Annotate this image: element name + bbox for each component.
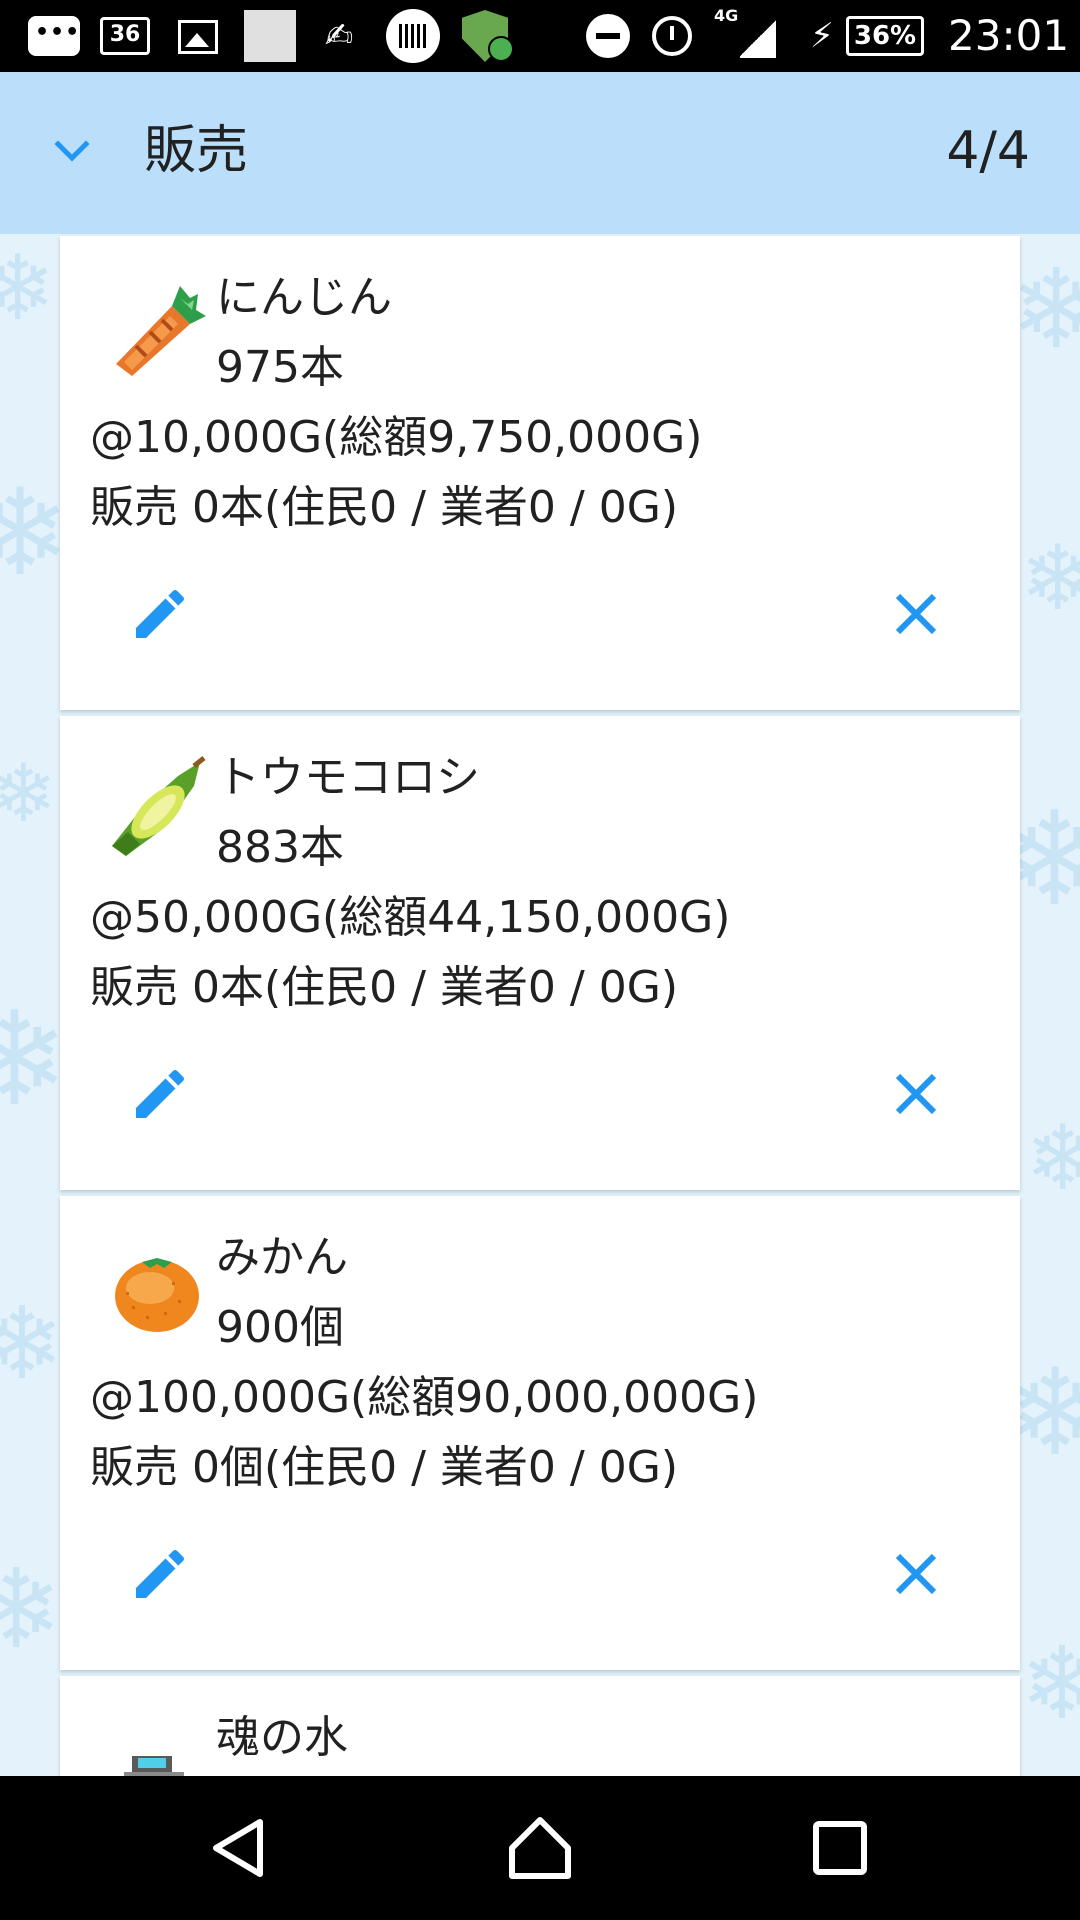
snowflake-icon: ❄: [1025, 1106, 1080, 1211]
item-name: みかん: [216, 1232, 348, 1283]
signal-strength-icon: [740, 18, 776, 58]
delete-close-icon[interactable]: [888, 586, 944, 642]
back-triangle-icon[interactable]: [204, 1812, 276, 1884]
item-price: @10,000G(総額9,750,000G): [90, 412, 703, 463]
item-quantity: 975本: [216, 342, 344, 393]
item-quantity: 900個: [216, 1302, 344, 1353]
snowflake-icon: ❄: [0, 236, 56, 341]
snowflake-icon: ❄: [0, 747, 58, 840]
delete-close-icon[interactable]: [888, 1066, 944, 1122]
carrot-icon: [116, 286, 206, 376]
sale-item-card: みかん 900個 @100,000G(総額90,000,000G) 販売 0個(…: [60, 1196, 1020, 1670]
item-name: 魂の水: [216, 1712, 348, 1763]
sales-list[interactable]: ❄ ❄ ❄ ❄ ❄ ❄ ❄ ❄ ❄ ❄ ❄ ❄ にんじん 975本 @10,00…: [0, 234, 1080, 1776]
battery-indicator: 36%: [846, 16, 924, 56]
blank-notification-icon: [244, 10, 296, 62]
home-icon[interactable]: [504, 1812, 576, 1884]
snowflake-icon: ❄: [0, 983, 69, 1135]
edit-pencil-icon[interactable]: [128, 582, 192, 646]
do-not-disturb-icon: [586, 14, 630, 58]
recent-apps-square-icon[interactable]: [804, 1812, 876, 1884]
system-navigation-bar: [0, 1776, 1080, 1920]
app-header: 販売 4/4: [0, 72, 1080, 234]
sale-item-card: 魂の水: [60, 1676, 1020, 1776]
corn-icon: [112, 756, 206, 856]
item-sales-summary: 販売 0本(住民0 / 業者0 / 0G): [90, 962, 678, 1013]
item-price: @50,000G(総額44,150,000G): [90, 892, 731, 943]
snowflake-icon: ❄: [1020, 1625, 1080, 1742]
alarm-icon: [652, 16, 692, 56]
mandarin-orange-icon: [115, 1258, 199, 1332]
snowflake-icon: ❄: [1010, 245, 1080, 373]
network-type-label: 4G: [714, 6, 739, 25]
message-notification-icon: [28, 16, 80, 56]
item-sales-summary: 販売 0本(住民0 / 業者0 / 0G): [90, 482, 678, 533]
item-quantity: 883本: [216, 822, 344, 873]
edit-pencil-icon[interactable]: [128, 1542, 192, 1606]
status-bar: 36 ✍ 4G ⚡ 36% 23:01: [0, 0, 1080, 72]
sale-item-card: にんじん 975本 @10,000G(総額9,750,000G) 販売 0本(住…: [60, 236, 1020, 710]
pen-notification-icon: ✍: [324, 16, 354, 56]
barcode-notification-icon: [386, 9, 440, 63]
snowflake-icon: ❄: [0, 1545, 63, 1673]
status-time: 23:01: [948, 11, 1070, 60]
charging-bolt-icon: ⚡: [810, 16, 834, 56]
edit-pencil-icon[interactable]: [128, 1062, 192, 1126]
calendar-icon: 36: [100, 17, 150, 55]
delete-close-icon[interactable]: [888, 1546, 944, 1602]
page-title: 販売: [144, 121, 249, 181]
page-counter: 4/4: [946, 121, 1030, 181]
snowflake-icon: ❄: [1020, 526, 1080, 631]
item-sales-summary: 販売 0個(住民0 / 業者0 / 0G): [90, 1442, 678, 1493]
sale-item-card: トウモコロシ 883本 @50,000G(総額44,150,000G) 販売 0…: [60, 716, 1020, 1190]
spirit-water-icon: [124, 1756, 184, 1776]
snowflake-icon: ❄: [0, 1285, 64, 1402]
item-name: トウモコロシ: [216, 752, 480, 803]
shield-check-icon: [488, 36, 514, 62]
chevron-down-icon[interactable]: [44, 124, 100, 180]
item-price: @100,000G(総額90,000,000G): [90, 1372, 759, 1423]
item-name: にんじん: [216, 272, 392, 323]
image-notification-icon: [178, 20, 218, 54]
